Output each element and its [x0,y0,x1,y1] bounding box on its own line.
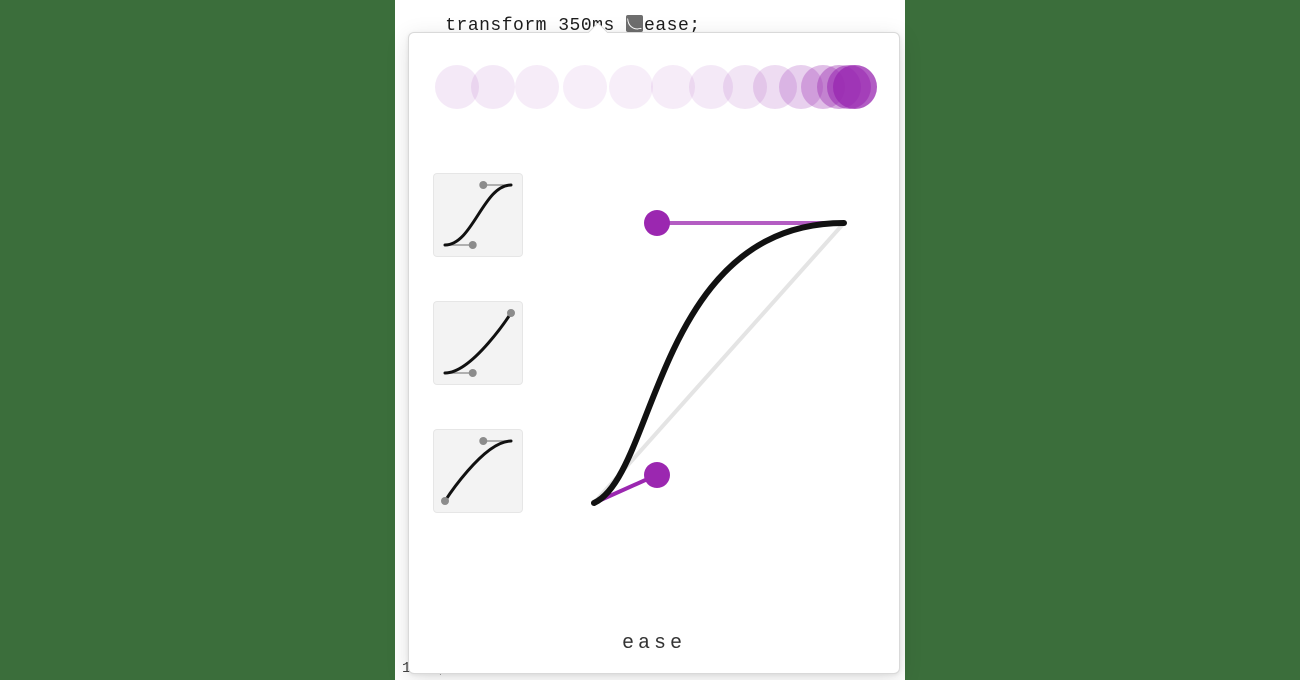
preset-ease-in[interactable] [433,301,523,385]
preview-dot [515,65,559,109]
bezier-handle-p1[interactable] [644,462,670,488]
preview-dot [609,65,653,109]
popover-arrow-icon [587,23,607,33]
current-easing-label: ease [409,632,899,655]
preview-dot [471,65,515,109]
bezier-handle-p2[interactable] [644,210,670,236]
preview-dot [563,65,607,109]
bezier-editor-popover: ease [408,32,900,674]
preset-ease-in-out[interactable] [433,173,523,257]
preview-dot [833,65,877,109]
linear-reference-line [594,223,844,503]
preset-ease-out[interactable] [433,429,523,513]
bezier-swatch-icon[interactable] [626,15,643,32]
easing-animation-preview [429,55,879,119]
bezier-editor-canvas[interactable] [574,193,874,523]
page-background-left [0,0,395,680]
bezier-curve-svg [574,193,874,523]
preset-list [433,173,533,557]
page-background-right [905,0,1300,680]
